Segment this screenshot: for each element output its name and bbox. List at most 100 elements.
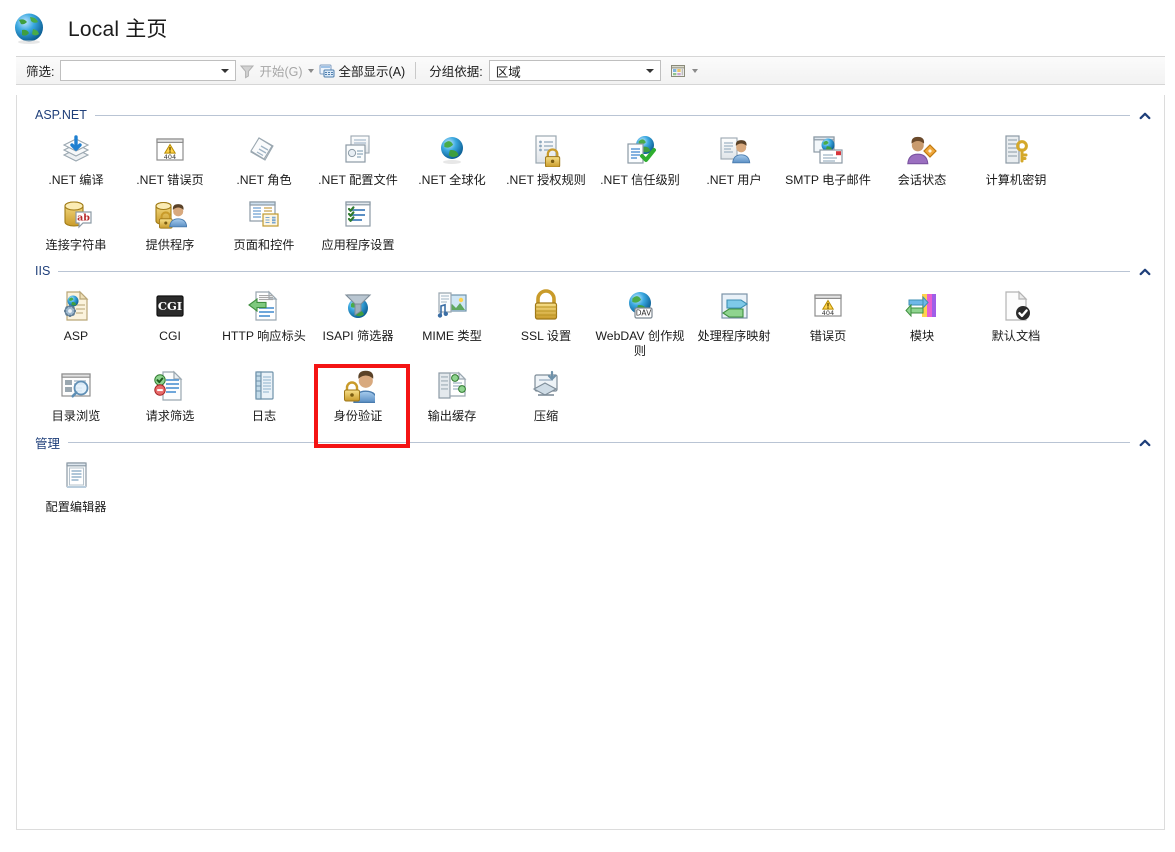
features-pane: ASP.NET .NET 编译 404 .NET 错误页 .NET 角色 .NET… — [16, 95, 1165, 830]
compression-icon — [529, 369, 563, 403]
feature-item-label: .NET 编译 — [48, 173, 104, 187]
feature-item[interactable]: 应用程序设置 — [311, 192, 405, 257]
feature-groups: ASP.NET .NET 编译 404 .NET 错误页 .NET 角色 .NET… — [17, 95, 1164, 519]
feature-item-label: 目录浏览 — [51, 409, 101, 423]
net-profile-icon — [341, 133, 375, 167]
isapi-filters-icon — [341, 289, 375, 323]
feature-item[interactable]: ASP — [29, 283, 123, 363]
feature-item-label: .NET 用户 — [706, 173, 762, 187]
filter-input[interactable] — [60, 60, 237, 81]
filter-label: 筛选: — [26, 65, 55, 79]
chevron-up-icon[interactable] — [1136, 438, 1154, 447]
feature-item[interactable]: 会话状态 — [875, 127, 969, 192]
default-document-icon — [999, 289, 1033, 323]
feature-item[interactable]: 目录浏览 — [29, 363, 123, 428]
feature-item-label: WebDAV 创作规则 — [595, 329, 685, 358]
feature-item[interactable]: .NET 角色 — [217, 127, 311, 192]
group-title: ASP.NET — [35, 108, 87, 122]
feature-item-label: 模块 — [909, 329, 935, 343]
group-by-select[interactable]: 区域 — [488, 60, 661, 81]
net-globalization-icon — [435, 133, 469, 167]
feature-item-label: HTTP 响应标头 — [222, 329, 306, 343]
show-all-label: 全部显示(A) — [338, 65, 406, 79]
group-by-value: 区域 — [495, 65, 521, 79]
chevron-up-icon[interactable] — [1136, 111, 1154, 120]
feature-item[interactable]: 日志 — [217, 363, 311, 428]
feature-item[interactable]: .NET 配置文件 — [311, 127, 405, 192]
start-filter-label: 开始(G) — [259, 65, 303, 79]
feature-item[interactable]: SMTP 电子邮件 — [781, 127, 875, 192]
providers-icon — [153, 198, 188, 232]
group-divider — [58, 270, 1130, 272]
feature-item-label: 身份验证 — [333, 409, 383, 423]
feature-item-label: 压缩 — [533, 409, 559, 423]
group-divider — [68, 441, 1130, 443]
net-error-pages-icon: 404 — [153, 133, 187, 167]
view-mode-button[interactable] — [667, 60, 703, 82]
feature-item-label: 日志 — [251, 409, 277, 423]
show-all-button[interactable]: 全部显示(A) — [316, 60, 409, 82]
feature-item[interactable]: .NET 全球化 — [405, 127, 499, 192]
session-state-icon — [905, 133, 939, 167]
feature-item[interactable]: 页面和控件 — [217, 192, 311, 257]
cgi-icon: CGI — [153, 289, 187, 323]
page-title: Local 主页 — [68, 18, 168, 41]
feature-item[interactable]: SSL 设置 — [499, 283, 593, 363]
application-settings-icon — [341, 198, 375, 232]
mime-types-icon — [435, 289, 469, 323]
feature-item-label: .NET 授权规则 — [506, 173, 586, 187]
feature-item-label: CGI — [159, 329, 181, 343]
iis-manager-feature-view: Local 主页 筛选: 开始(G) 全部显示(A) 分组依据: 区域 ASP.… — [0, 0, 1175, 852]
group-title: IIS — [35, 264, 51, 278]
feature-item[interactable]: 处理程序映射 — [687, 283, 781, 363]
net-compilation-icon — [59, 133, 93, 167]
chevron-down-icon[interactable] — [221, 68, 230, 73]
funnel-icon — [239, 63, 255, 79]
feature-item[interactable]: .NET 授权规则 — [499, 127, 593, 192]
feature-item[interactable]: 压缩 — [499, 363, 593, 428]
feature-item[interactable]: 配置编辑器 — [29, 454, 123, 519]
feature-item[interactable]: 输出缓存 — [405, 363, 499, 428]
svg-text:ab: ab — [77, 213, 90, 224]
pages-and-controls-icon — [247, 198, 281, 232]
feature-item[interactable]: .NET 信任级别 — [593, 127, 687, 192]
toolbar-separator — [415, 62, 417, 79]
feature-item[interactable]: .NET 编译 — [29, 127, 123, 192]
feature-item-label: MIME 类型 — [422, 329, 482, 343]
page-header: Local 主页 — [0, 0, 1175, 56]
feature-item[interactable]: .NET 用户 — [687, 127, 781, 192]
feature-item[interactable]: ISAPI 筛选器 — [311, 283, 405, 363]
start-filter-dropdown-icon[interactable] — [307, 68, 314, 73]
net-users-icon — [717, 133, 751, 167]
connection-strings-icon: ab — [59, 198, 93, 232]
http-response-headers-icon — [247, 289, 281, 323]
feature-item[interactable]: 提供程序 — [123, 192, 217, 257]
feature-item[interactable]: 404 错误页 — [781, 283, 875, 363]
svg-text:CGI: CGI — [158, 299, 182, 313]
feature-item[interactable]: 404 .NET 错误页 — [123, 127, 217, 192]
feature-item[interactable]: 身份验证 — [311, 363, 410, 448]
feature-item[interactable]: DAV WebDAV 创作规则 — [593, 283, 687, 363]
feature-item[interactable]: MIME 类型 — [405, 283, 499, 363]
directory-browsing-icon — [59, 369, 93, 403]
start-filter-button[interactable]: 开始(G) — [236, 60, 305, 82]
feature-item[interactable]: 请求筛选 — [123, 363, 217, 428]
feature-item-label: .NET 全球化 — [418, 173, 486, 187]
feature-item[interactable]: CGI CGI — [123, 283, 217, 363]
feature-item-label: .NET 角色 — [236, 173, 292, 187]
feature-item[interactable]: 模块 — [875, 283, 969, 363]
error-pages-icon: 404 — [811, 289, 845, 323]
feature-item[interactable]: HTTP 响应标头 — [217, 283, 311, 363]
feature-item[interactable]: 计算机密钥 — [969, 127, 1063, 192]
webdav-authoring-rules-icon: DAV — [623, 289, 657, 323]
chevron-down-icon[interactable] — [645, 68, 654, 73]
net-roles-icon — [247, 133, 281, 167]
view-mode-dropdown-icon[interactable] — [691, 68, 698, 73]
feature-item[interactable]: ab 连接字符串 — [29, 192, 123, 257]
feature-item-label: 提供程序 — [145, 238, 195, 252]
chevron-up-icon[interactable] — [1136, 267, 1154, 276]
feature-item-label: SSL 设置 — [520, 329, 572, 343]
feature-item-label: ASP — [63, 329, 89, 343]
feature-grid: 配置编辑器 — [27, 454, 1154, 519]
feature-item[interactable]: 默认文档 — [969, 283, 1063, 363]
